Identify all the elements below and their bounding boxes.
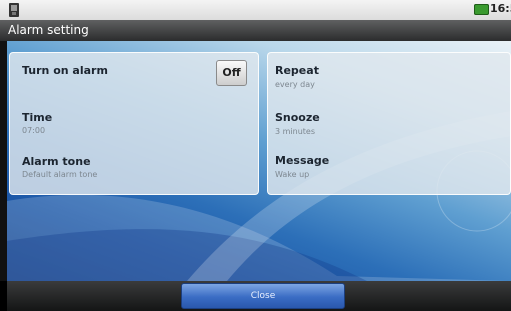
close-button[interactable]: Close <box>181 283 345 309</box>
snooze-label[interactable]: Snooze <box>275 111 320 124</box>
status-bar: 16:5 <box>0 0 511 20</box>
repeat-value: every day <box>275 80 315 89</box>
message-value: Wake up <box>275 170 310 179</box>
message-label[interactable]: Message <box>275 154 329 167</box>
alarm-tone-label[interactable]: Alarm tone <box>22 155 91 168</box>
page-title: Alarm setting <box>0 20 511 41</box>
alarm-toggle-button[interactable]: Off <box>216 60 247 86</box>
time-setting-label[interactable]: Time <box>22 111 52 124</box>
battery-icon <box>474 4 489 15</box>
snooze-value: 3 minutes <box>275 127 316 136</box>
turn-on-alarm-label: Turn on alarm <box>22 64 108 77</box>
repeat-label[interactable]: Repeat <box>275 64 319 77</box>
time-setting-value: 07:00 <box>22 126 46 135</box>
usb-debug-icon <box>9 3 19 17</box>
left-edge <box>0 41 7 281</box>
alarm-tone-value: Default alarm tone <box>22 170 98 179</box>
status-time: 16:5 <box>490 2 511 15</box>
